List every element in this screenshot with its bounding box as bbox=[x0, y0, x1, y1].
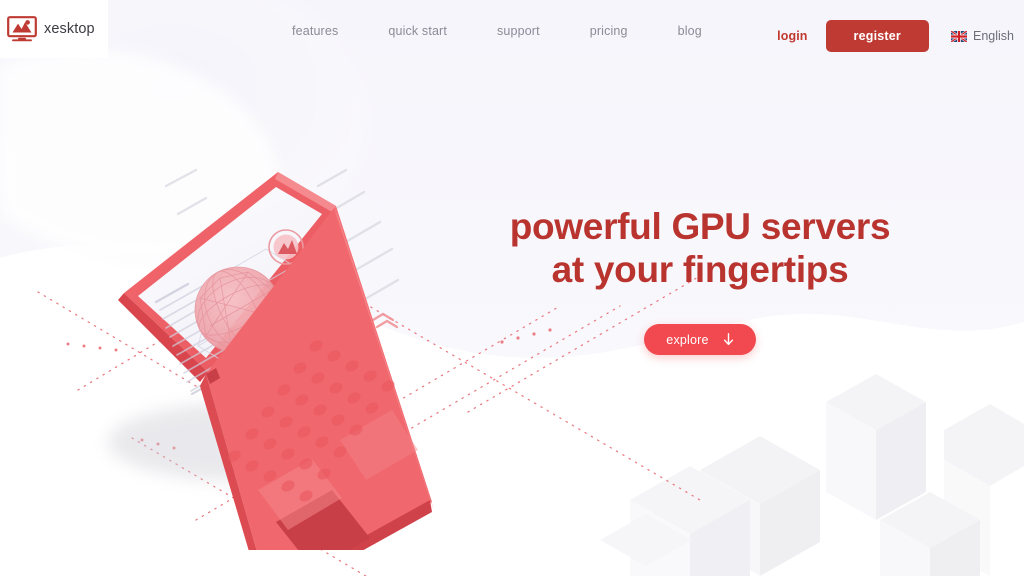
brand-name: xesktop bbox=[44, 21, 95, 37]
nav-item-features[interactable]: features bbox=[292, 24, 363, 38]
nav-item-blog[interactable]: blog bbox=[653, 24, 727, 38]
explore-button[interactable]: explore bbox=[644, 324, 756, 355]
site-header: xesktop features quick start support pri… bbox=[0, 0, 1024, 68]
hero-title-line-1: powerful GPU servers bbox=[509, 206, 891, 247]
language-label: English bbox=[973, 29, 1014, 43]
hero-title: powerful GPU servers at your fingertips bbox=[450, 205, 950, 291]
arrow-down-icon bbox=[723, 333, 733, 346]
language-switcher[interactable]: English bbox=[951, 29, 1014, 43]
page-root: xesktop features quick start support pri… bbox=[0, 0, 1024, 576]
register-button[interactable]: register bbox=[825, 20, 929, 52]
nav-item-support[interactable]: support bbox=[472, 24, 565, 38]
monitor-mountains-icon bbox=[7, 16, 37, 42]
login-link[interactable]: login bbox=[777, 29, 807, 43]
main-nav: features quick start support pricing blo… bbox=[292, 24, 727, 38]
nav-item-pricing[interactable]: pricing bbox=[565, 24, 653, 38]
isometric-laptop-illustration bbox=[108, 172, 434, 550]
brand-logo[interactable]: xesktop bbox=[0, 0, 108, 58]
hero-cta-wrap: explore bbox=[450, 324, 950, 355]
nav-item-quick-start[interactable]: quick start bbox=[363, 24, 472, 38]
explore-button-label: explore bbox=[666, 332, 709, 347]
hero-section: powerful GPU servers at your fingertips … bbox=[450, 205, 950, 355]
auth-actions: login register English bbox=[777, 20, 1014, 52]
uk-flag-icon bbox=[951, 30, 967, 42]
hero-title-line-2: at your fingertips bbox=[551, 249, 849, 290]
